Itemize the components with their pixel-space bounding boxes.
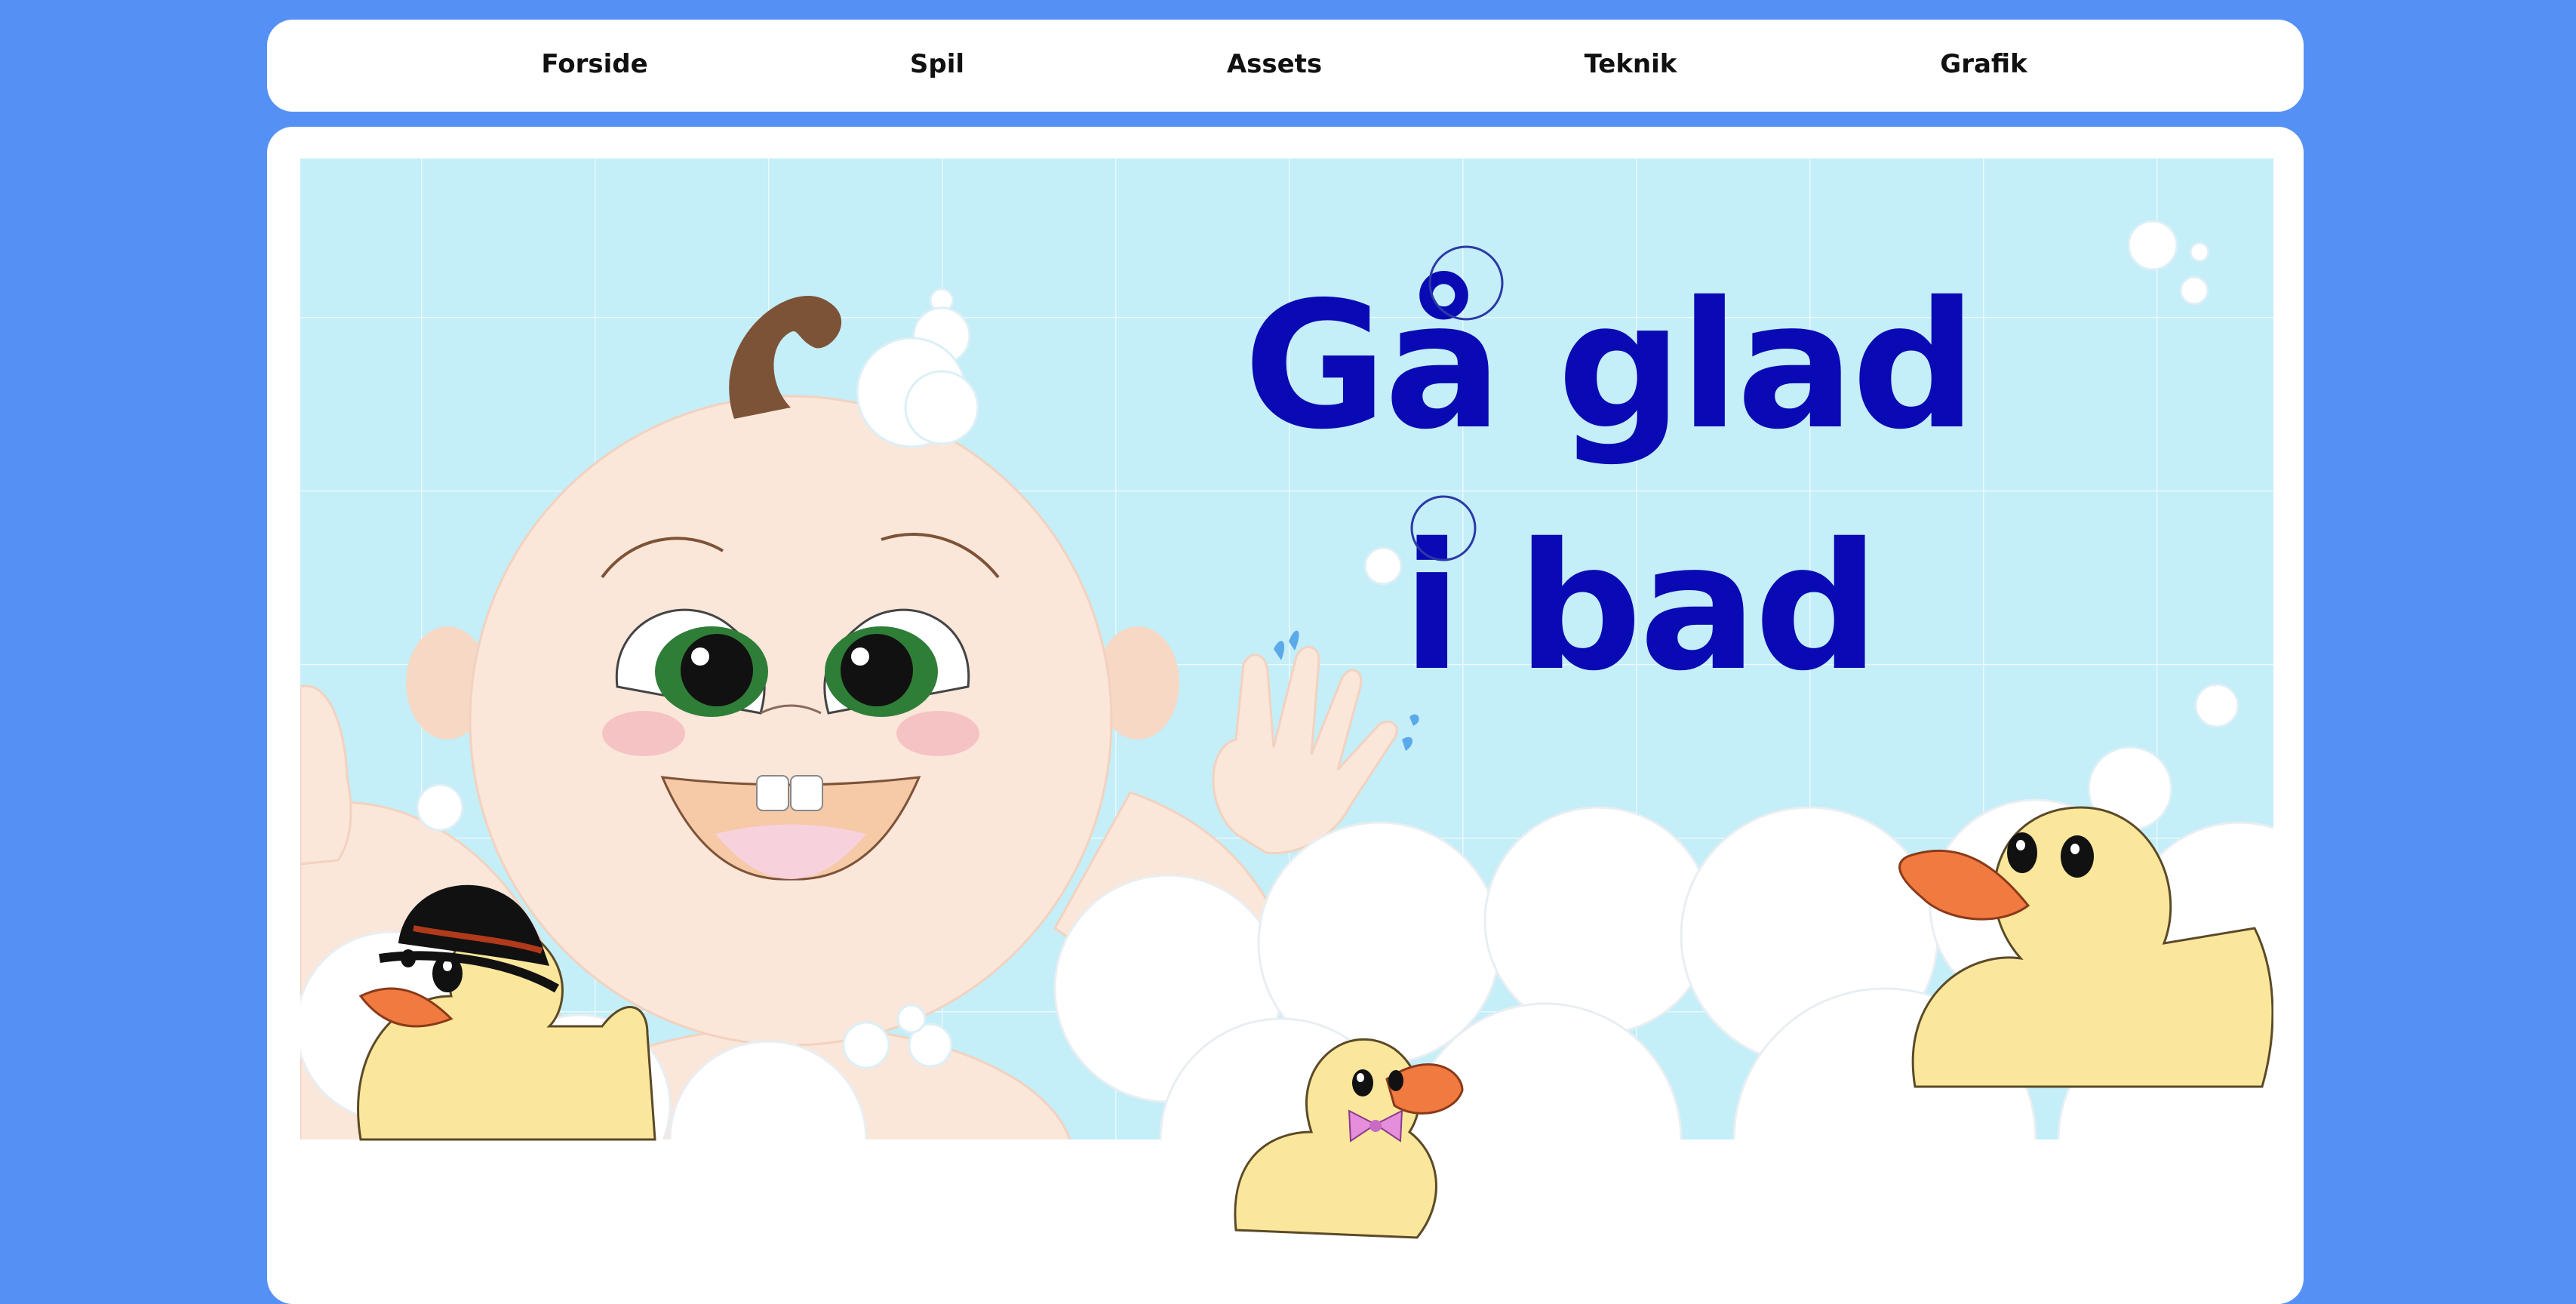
baby-head <box>469 395 1113 1047</box>
nav-link-assets[interactable]: Assets <box>1227 20 1322 112</box>
bubble <box>1363 546 1403 586</box>
nav-link-spil[interactable]: Spil <box>910 20 964 112</box>
baby-left-pupil <box>681 634 753 706</box>
bubble <box>842 1021 890 1069</box>
baby-right-tooth <box>790 775 823 811</box>
hero-title-line-1: Gå glad <box>1243 264 1974 468</box>
bubble <box>416 783 464 832</box>
nav-link-forside[interactable]: Forside <box>541 20 647 112</box>
foam-bubble <box>1483 806 1713 1035</box>
baby-left-cheek <box>602 711 685 756</box>
bubble <box>904 370 979 445</box>
nav-link-grafik[interactable]: Grafik <box>1940 20 2027 112</box>
bubble <box>2127 220 2178 271</box>
baby-right-eye-shine <box>851 647 869 666</box>
bubble <box>896 1004 927 1034</box>
hero-banner: Gå glad i bad <box>300 158 2273 1287</box>
bubble <box>2179 275 2209 306</box>
bubble <box>2194 683 2239 728</box>
baby-right-cheek <box>896 711 979 756</box>
nav-link-teknik[interactable]: Teknik <box>1585 20 1677 112</box>
hero-illustration: Gå glad i bad <box>300 158 2273 1287</box>
baby-left-eye-shine <box>691 647 709 666</box>
top-navigation: Forside Spil Assets Teknik Grafik <box>267 20 2304 112</box>
bubble <box>2189 241 2210 263</box>
baby-right-pupil <box>841 634 913 706</box>
baby-left-tooth <box>756 775 789 811</box>
content-card: Gå glad i bad <box>267 127 2304 1304</box>
